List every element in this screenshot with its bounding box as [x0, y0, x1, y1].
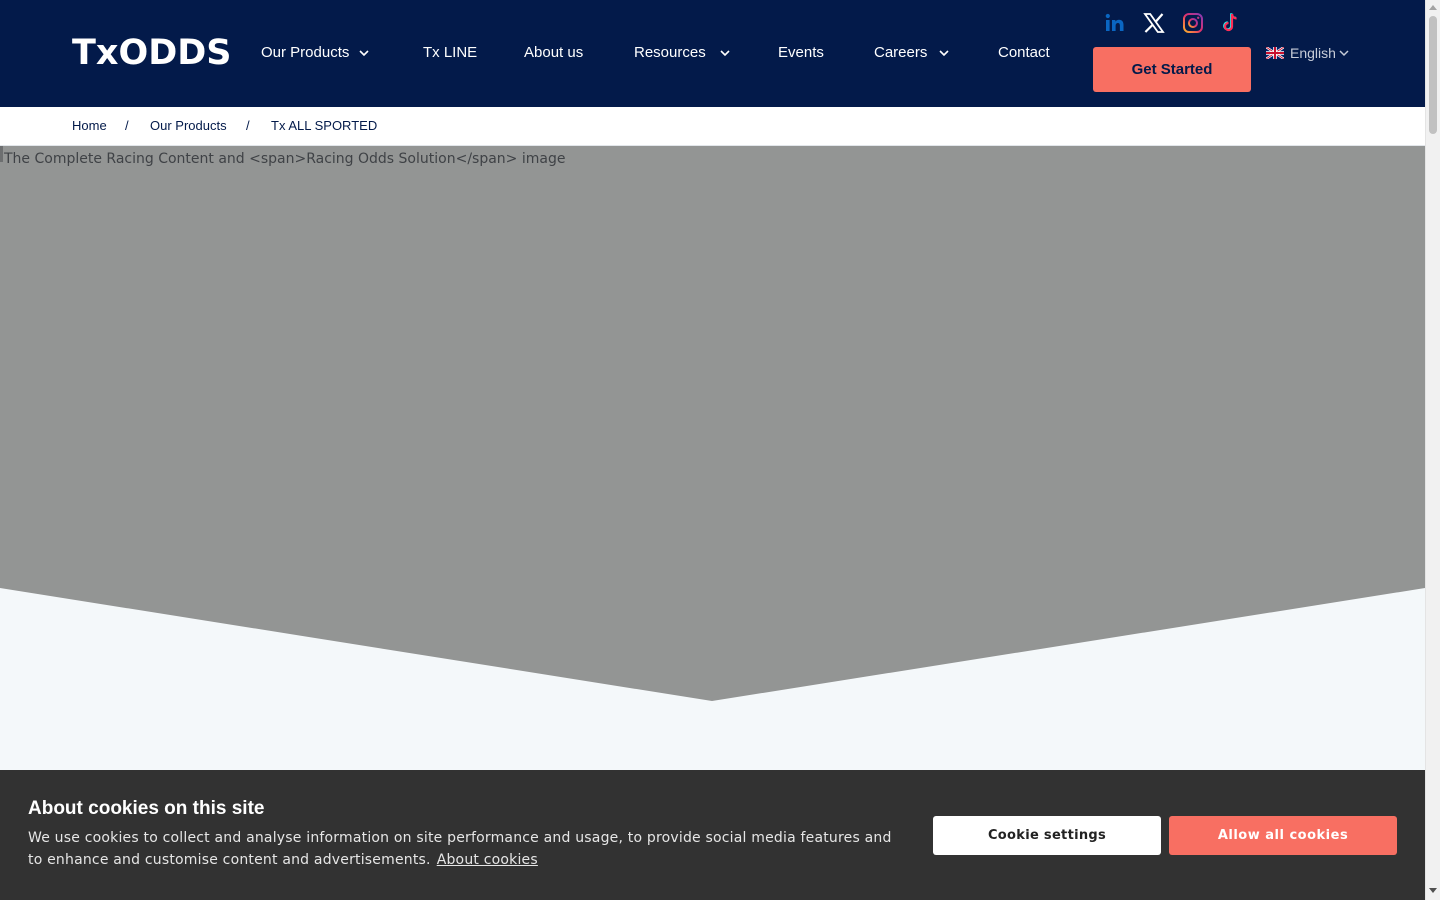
nav-careers[interactable]: Careers [874, 41, 949, 65]
tiktok-icon[interactable] [1218, 11, 1242, 35]
breadcrumb-home[interactable]: Home [72, 117, 107, 135]
nav-our-products-label: Our Products [261, 44, 350, 61]
nav-events[interactable]: Events [778, 41, 824, 65]
nav-resources-label: Resources [634, 44, 706, 61]
scrollbar-thumb[interactable] [1429, 16, 1437, 134]
nav-events-label: Events [778, 44, 824, 61]
cookie-settings-button[interactable]: Cookie settings [933, 816, 1161, 855]
get-started-button[interactable]: Get Started [1093, 47, 1251, 92]
scroll-down-arrow-icon[interactable] [1429, 886, 1437, 894]
nav-careers-label: Careers [874, 44, 928, 61]
nav-contact[interactable]: Contact [998, 41, 1050, 65]
cookie-banner: About cookies on this site We use cookie… [0, 770, 1425, 900]
language-selector[interactable]: English [1266, 43, 1349, 63]
scroll-up-arrow-icon[interactable] [1429, 4, 1437, 12]
nav-about-us[interactable]: About us [524, 41, 583, 65]
txodds-logo[interactable]: TxODDS [72, 31, 232, 75]
hero-section: The Complete Racing Content and <span>Ra… [0, 146, 1425, 701]
about-cookies-link[interactable]: About cookies [437, 852, 538, 868]
nav-our-products[interactable]: Our Products [261, 41, 369, 65]
chevron-down-icon [939, 50, 949, 57]
page-scrollbar[interactable] [1425, 0, 1440, 900]
breadcrumb-separator: / [246, 118, 250, 133]
nav-resources[interactable]: Resources [634, 41, 730, 65]
instagram-icon[interactable] [1181, 11, 1205, 35]
cookie-banner-title: About cookies on this site [28, 798, 265, 819]
hero-image-placeholder [0, 146, 1425, 701]
nav-about-us-label: About us [524, 44, 584, 61]
nav-tx-line-label: Tx LINE [423, 44, 478, 61]
hero-chevron-shape [0, 146, 1425, 701]
x-twitter-icon[interactable] [1142, 11, 1166, 35]
page: TxODDS Our Products Tx LINE About us Res… [0, 0, 1425, 900]
hero-image-alt-text: The Complete Racing Content and <span>Ra… [4, 151, 566, 167]
nav-tx-line[interactable]: Tx LINE [423, 41, 477, 65]
breadcrumb: Home / Our Products / Tx ALL SPORTED [0, 107, 1425, 146]
cookie-banner-text: We use cookies to collect and analyse in… [28, 827, 908, 871]
allow-all-cookies-button[interactable]: Allow all cookies [1169, 816, 1397, 855]
site-header: TxODDS Our Products Tx LINE About us Res… [0, 0, 1425, 107]
language-label: English [1290, 45, 1336, 61]
chevron-down-icon [1339, 50, 1349, 57]
breadcrumb-our-products[interactable]: Our Products [150, 117, 227, 135]
uk-flag-icon [1266, 47, 1284, 59]
chevron-down-icon [359, 50, 369, 57]
chevron-down-icon [720, 50, 730, 57]
breadcrumb-separator: / [125, 118, 129, 133]
breadcrumb-current: Tx ALL SPORTED [271, 118, 378, 133]
nav-contact-label: Contact [998, 44, 1050, 61]
linkedin-icon[interactable] [1103, 11, 1127, 35]
